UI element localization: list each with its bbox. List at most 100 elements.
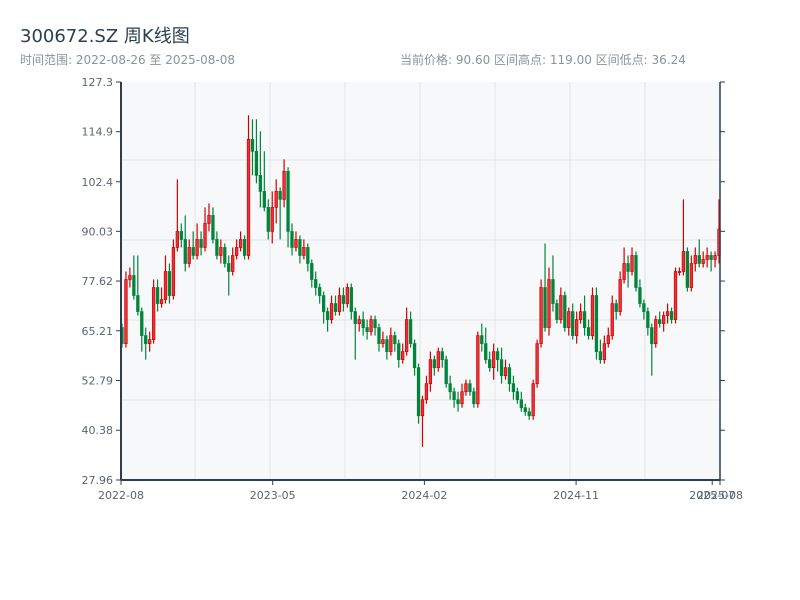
candle-body — [408, 319, 413, 344]
candle-body — [349, 287, 353, 312]
candle-body — [341, 295, 346, 304]
candle-body — [571, 311, 575, 336]
candle-body — [634, 255, 638, 288]
candle-body — [551, 279, 555, 304]
candle-body — [681, 251, 686, 272]
candle-body — [373, 319, 377, 328]
candle-body — [547, 279, 551, 328]
candle-body — [393, 335, 397, 344]
candle-body — [484, 343, 488, 360]
candle-body — [567, 311, 571, 328]
candle-body — [381, 339, 385, 344]
candle-body — [416, 367, 421, 417]
candle-body — [713, 255, 717, 260]
candle-body — [480, 335, 484, 344]
candle-body — [677, 271, 682, 273]
candle-body — [642, 303, 646, 312]
candle-body — [622, 263, 626, 280]
candle-body — [586, 327, 591, 336]
candle-body — [705, 255, 709, 260]
candle-body — [159, 299, 164, 304]
candle-body — [491, 351, 496, 369]
candle-body — [345, 287, 350, 304]
candle-body — [654, 319, 658, 344]
candle-body — [250, 138, 255, 152]
candle-body — [282, 170, 286, 200]
candle-body — [235, 247, 239, 256]
candle-body — [274, 191, 278, 208]
candle-body — [559, 295, 563, 320]
candle-body — [563, 295, 567, 328]
x-tick-label: 2023-05 — [250, 489, 296, 502]
candle-body — [203, 223, 207, 248]
candle-body — [199, 239, 203, 248]
candle-body — [448, 383, 452, 393]
candle-body — [148, 339, 152, 344]
candle-body — [539, 287, 543, 344]
candle-body — [444, 359, 448, 385]
candle-body — [432, 359, 436, 369]
candle-body — [618, 279, 622, 312]
candle-body — [665, 311, 670, 316]
candle-body — [353, 311, 357, 324]
candle-body — [535, 343, 539, 385]
candle-body — [405, 319, 409, 352]
candle-body — [638, 287, 642, 304]
candle-body — [136, 295, 140, 312]
candle-body — [543, 287, 547, 328]
candle-body — [270, 207, 274, 232]
candle-body — [132, 275, 136, 296]
candle-body — [689, 263, 693, 288]
candle-body — [420, 399, 425, 417]
candle-body — [531, 383, 535, 417]
candlestick-chart: 27.96 40.38 52.79 65.21 77.62 90.03 102.4 114.9… — [82, 76, 743, 502]
candle-body — [286, 170, 290, 232]
candle-body — [701, 259, 705, 264]
x-tick-label: 2024-02 — [401, 489, 447, 502]
candle-body — [658, 319, 662, 324]
candle-body — [191, 247, 195, 256]
candle-body — [472, 391, 476, 405]
candle-body — [124, 279, 128, 344]
candle-body — [325, 311, 330, 320]
candle-body — [661, 315, 666, 324]
candle-body — [436, 351, 440, 369]
candle-body — [310, 263, 314, 280]
candle-body — [673, 271, 678, 320]
candle-body — [302, 247, 306, 256]
candle-body — [179, 231, 183, 240]
candle-body — [590, 295, 595, 336]
candle-body — [693, 255, 697, 264]
y-tick-label: 27.96 — [82, 474, 114, 487]
candle-body — [369, 319, 373, 332]
candle-body — [361, 319, 365, 328]
y-tick-label: 90.03 — [82, 225, 114, 238]
candle-body — [519, 399, 523, 409]
candle-body — [195, 239, 199, 256]
y-tick-label: 52.79 — [82, 375, 114, 388]
candle-body — [488, 359, 492, 369]
candle-body — [515, 391, 520, 401]
candle-body — [298, 239, 302, 256]
candle-body — [183, 239, 187, 264]
candle-body — [266, 207, 270, 232]
candle-body — [614, 303, 618, 312]
candle-body — [476, 335, 480, 405]
candle-body — [606, 335, 610, 344]
candle-body — [452, 391, 456, 401]
candle-body — [242, 239, 247, 256]
candle-body — [582, 311, 587, 328]
candle-body — [144, 335, 148, 344]
candle-body — [495, 351, 500, 360]
candle-body — [464, 383, 468, 393]
candle-body — [594, 295, 599, 352]
candle-body — [151, 287, 156, 340]
candle-body — [167, 271, 172, 296]
candle-body — [290, 231, 294, 248]
candle-body — [507, 367, 512, 385]
candle-body — [385, 339, 389, 352]
candle-body — [610, 303, 614, 336]
candle-body — [468, 383, 472, 393]
candle-body — [357, 319, 361, 324]
candle-body — [650, 327, 654, 344]
